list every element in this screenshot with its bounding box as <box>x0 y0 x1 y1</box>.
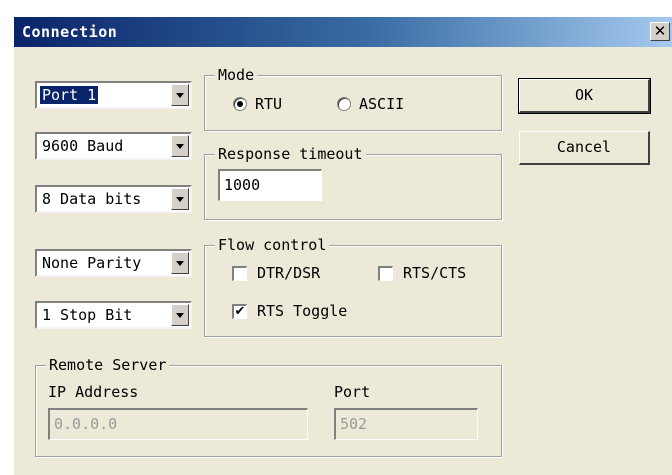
chevron-down-icon[interactable] <box>171 135 189 157</box>
chevron-down-icon[interactable] <box>171 304 189 326</box>
data-bits-select[interactable]: 8 Data bits <box>35 185 192 213</box>
flow-control-group: Flow control DTR/DSR RTS/CTS ✔ RTS Toggl… <box>204 236 502 337</box>
parity-select[interactable]: None Parity <box>35 249 192 277</box>
stop-bits-select[interactable]: 1 Stop Bit <box>35 301 192 329</box>
rts-cts-checkbox[interactable] <box>378 266 393 281</box>
stop-bits-select-value: 1 Stop Bit <box>42 306 133 324</box>
dtr-dsr-checkbox[interactable] <box>232 266 247 281</box>
title-bar[interactable]: Connection ✕ <box>14 17 672 47</box>
port-label: Port <box>334 383 371 401</box>
data-bits-select-value: 8 Data bits <box>42 190 142 208</box>
rts-cts-label: RTS/CTS <box>403 264 467 282</box>
flow-control-label: Flow control <box>215 236 330 254</box>
connection-dialog: Connection ✕ Port 1 9600 Baud 8 Data bit… <box>13 16 672 475</box>
port-select-value: Port 1 <box>38 85 100 105</box>
remote-server-group: Remote Server IP Address 0.0.0.0 Port 50… <box>35 356 502 457</box>
chevron-down-icon[interactable] <box>171 252 189 274</box>
port-select[interactable]: Port 1 <box>35 81 192 109</box>
ascii-label: ASCII <box>359 95 405 113</box>
ascii-radio[interactable] <box>337 97 351 111</box>
close-button[interactable]: ✕ <box>650 22 670 41</box>
dialog-title: Connection <box>22 23 118 41</box>
rts-toggle-checkbox[interactable]: ✔ <box>232 304 247 319</box>
parity-select-value: None Parity <box>42 254 142 272</box>
port-input[interactable]: 502 <box>334 408 478 440</box>
remote-server-label: Remote Server <box>46 356 170 374</box>
mode-group: Mode RTU ASCII <box>204 66 502 131</box>
rts-toggle-label: RTS Toggle <box>257 302 348 320</box>
response-timeout-group: Response timeout 1000 <box>204 145 502 220</box>
chevron-down-icon[interactable] <box>171 84 189 106</box>
rtu-label: RTU <box>255 95 283 113</box>
cancel-button[interactable]: Cancel <box>519 131 650 165</box>
ip-address-input[interactable]: 0.0.0.0 <box>48 408 308 440</box>
mode-group-label: Mode <box>215 66 258 84</box>
baud-select[interactable]: 9600 Baud <box>35 132 192 160</box>
chevron-down-icon[interactable] <box>171 188 189 210</box>
baud-select-value: 9600 Baud <box>42 137 124 155</box>
response-timeout-input[interactable]: 1000 <box>218 169 322 201</box>
ok-button[interactable]: OK <box>518 78 651 114</box>
dtr-dsr-label: DTR/DSR <box>257 264 321 282</box>
close-icon: ✕ <box>653 22 667 40</box>
rtu-radio[interactable] <box>233 97 247 111</box>
response-timeout-label: Response timeout <box>215 145 366 163</box>
ip-address-label: IP Address <box>48 383 139 401</box>
